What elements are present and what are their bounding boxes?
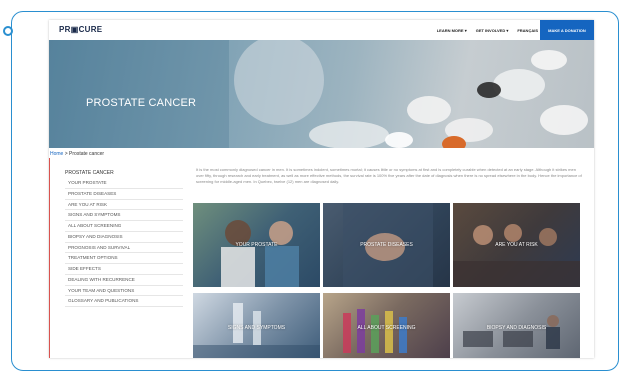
donate-button[interactable]: MAKE A DONATION bbox=[540, 20, 594, 40]
sidebar-item-glossary-and-publications[interactable]: GLOSSARY AND PUBLICATIONS bbox=[65, 296, 183, 307]
frame-handle bbox=[3, 26, 13, 36]
sidebar-item-treatment-options[interactable]: TREATMENT OPTIONS bbox=[65, 253, 183, 264]
tile-all-about-screening[interactable]: ALL ABOUT SCREENING bbox=[323, 293, 450, 358]
tile-label: BIOPSY AND DIAGNOSIS bbox=[486, 325, 547, 331]
tile-are-you-at-risk[interactable]: ARE YOU AT RISK bbox=[453, 203, 580, 287]
breadcrumb: Home > Prostate cancer bbox=[50, 151, 104, 157]
sidebar-item-prostate-diseases[interactable]: PROSTATE DISEASES bbox=[65, 189, 183, 200]
main-nav: LEARN MORE ▾ GET INVOLVED ▾ FRANÇAIS bbox=[437, 20, 538, 40]
tile-prostate-diseases[interactable]: PROSTATE DISEASES bbox=[323, 203, 450, 287]
sidebar-item-your-team-and-questions[interactable]: YOUR TEAM AND QUESTIONS bbox=[65, 286, 183, 297]
tile-label: ARE YOU AT RISK bbox=[495, 242, 538, 248]
tile-label: ALL ABOUT SCREENING bbox=[357, 325, 416, 331]
breadcrumb-home-link[interactable]: Home bbox=[50, 151, 63, 157]
sidebar-item-dealing-with-recurrence[interactable]: DEALING WITH RECURRENCE bbox=[65, 275, 183, 286]
sidebar-title[interactable]: PROSTATE CANCER bbox=[65, 168, 183, 178]
tile-label: PROSTATE DISEASES bbox=[360, 242, 413, 248]
tile-label: SIGNS AND SYMPTOMS bbox=[227, 325, 286, 331]
nav-learn-more[interactable]: LEARN MORE ▾ bbox=[437, 28, 467, 33]
tile-biopsy-and-diagnosis[interactable]: BIOPSY AND DIAGNOSIS bbox=[453, 293, 580, 358]
tile-signs-and-symptoms[interactable]: SIGNS AND SYMPTOMS bbox=[193, 293, 320, 358]
tile-label: YOUR PROSTATE bbox=[235, 242, 278, 248]
procure-logo[interactable]: PR▣CURE bbox=[59, 25, 102, 34]
sidebar-menu: PROSTATE CANCER YOUR PROSTATE PROSTATE D… bbox=[65, 168, 183, 307]
breadcrumb-current: Prostate cancer bbox=[69, 151, 105, 157]
sidebar-item-biopsy-and-diagnosis[interactable]: BIOPSY AND DIAGNOSIS bbox=[65, 232, 183, 243]
sidebar-item-all-about-screening[interactable]: ALL ABOUT SCREENING bbox=[65, 221, 183, 232]
top-bar: PR▣CURE LEARN MORE ▾ GET INVOLVED ▾ FRAN… bbox=[49, 20, 594, 40]
sidebar-item-your-prostate[interactable]: YOUR PROSTATE bbox=[65, 178, 183, 189]
tile-your-prostate[interactable]: YOUR PROSTATE bbox=[193, 203, 320, 287]
hero-banner: PROSTATE CANCER bbox=[49, 40, 594, 148]
pills-photo bbox=[49, 40, 588, 148]
sidebar-item-signs-and-symptoms[interactable]: SIGNS AND SYMPTOMS bbox=[65, 210, 183, 221]
hero-title: PROSTATE CANCER bbox=[86, 97, 197, 109]
left-accent-line bbox=[49, 158, 50, 358]
nav-language-toggle[interactable]: FRANÇAIS bbox=[517, 28, 538, 33]
web-page: PR▣CURE LEARN MORE ▾ GET INVOLVED ▾ FRAN… bbox=[49, 20, 594, 358]
nav-get-involved[interactable]: GET INVOLVED ▾ bbox=[476, 28, 509, 33]
sidebar-item-prognosis-and-survival[interactable]: PROGNOSIS AND SURVIVAL bbox=[65, 243, 183, 254]
sidebar-item-side-effects[interactable]: SIDE EFFECTS bbox=[65, 264, 183, 275]
sidebar-item-are-you-at-risk[interactable]: ARE YOU AT RISK bbox=[65, 200, 183, 211]
intro-paragraph: It is the most commonly diagnosed cancer… bbox=[196, 167, 582, 185]
